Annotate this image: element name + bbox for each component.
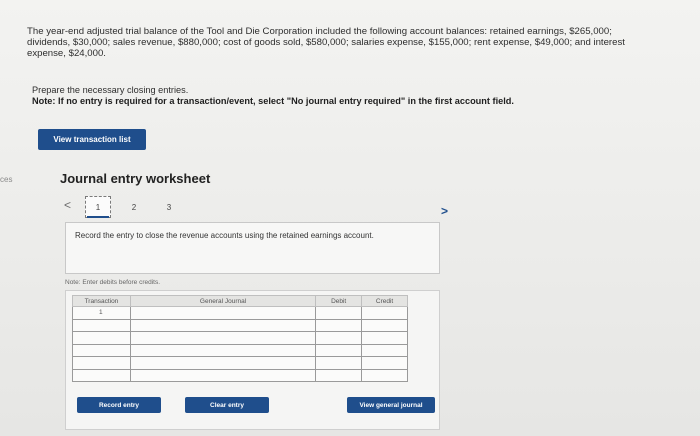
transaction-cell (72, 331, 131, 345)
journal-entry-table: Transaction General Journal Debit Credit… (72, 295, 408, 382)
debit-field[interactable] (315, 318, 363, 332)
account-field[interactable] (129, 331, 317, 345)
column-header-general-journal: General Journal (129, 295, 317, 307)
transaction-cell (72, 356, 131, 370)
page-background: ces The year-end adjusted trial balance … (0, 0, 700, 436)
debit-field[interactable] (315, 306, 363, 320)
account-field[interactable] (129, 356, 317, 370)
transaction-cell (72, 343, 131, 357)
table-row: 1 (72, 306, 408, 320)
credit-field[interactable] (361, 343, 408, 357)
debit-credit-note: Note: Enter debits before credits. (65, 279, 161, 286)
instruction-note: Note: If no entry is required for a tran… (32, 96, 514, 106)
table-row (72, 318, 408, 332)
column-header-transaction: Transaction (72, 295, 131, 307)
account-field[interactable] (129, 343, 317, 357)
account-field[interactable] (129, 368, 317, 382)
next-step-icon[interactable]: > (441, 204, 448, 218)
credit-field[interactable] (361, 318, 408, 332)
active-step-indicator (87, 216, 109, 218)
step-tab-2[interactable]: 2 (128, 196, 140, 218)
credit-field[interactable] (361, 368, 408, 382)
worksheet-title: Journal entry worksheet (60, 171, 211, 186)
table-row (72, 331, 408, 345)
table-row (72, 368, 408, 382)
credit-field[interactable] (361, 331, 408, 345)
table-row (72, 343, 408, 357)
column-header-credit: Credit (361, 295, 408, 307)
account-field[interactable] (129, 318, 317, 332)
debit-field[interactable] (315, 356, 363, 370)
table-row (72, 356, 408, 370)
credit-field[interactable] (361, 306, 408, 320)
record-entry-button[interactable]: Record entry (77, 397, 161, 413)
clear-entry-button[interactable]: Clear entry (185, 397, 269, 413)
instructions: Prepare the necessary closing entries. N… (32, 85, 632, 107)
edge-label: ces (0, 175, 13, 184)
account-field[interactable] (129, 306, 317, 320)
previous-step-icon[interactable]: < (64, 198, 71, 212)
transaction-cell: 1 (72, 306, 131, 320)
task-panel (65, 222, 440, 274)
view-general-journal-button[interactable]: View general journal (347, 397, 435, 413)
step-tab-3[interactable]: 3 (163, 196, 175, 218)
step-tab-1[interactable]: 1 (85, 196, 111, 218)
instruction-line: Prepare the necessary closing entries. (32, 85, 189, 95)
column-header-debit: Debit (315, 295, 363, 307)
debit-field[interactable] (315, 368, 363, 382)
transaction-cell (72, 368, 131, 382)
problem-statement: The year-end adjusted trial balance of t… (27, 26, 625, 60)
view-transaction-list-button[interactable]: View transaction list (38, 129, 146, 150)
credit-field[interactable] (361, 356, 408, 370)
debit-field[interactable] (315, 343, 363, 357)
task-description: Record the entry to close the revenue ac… (75, 231, 374, 240)
transaction-cell (72, 318, 131, 332)
debit-field[interactable] (315, 331, 363, 345)
